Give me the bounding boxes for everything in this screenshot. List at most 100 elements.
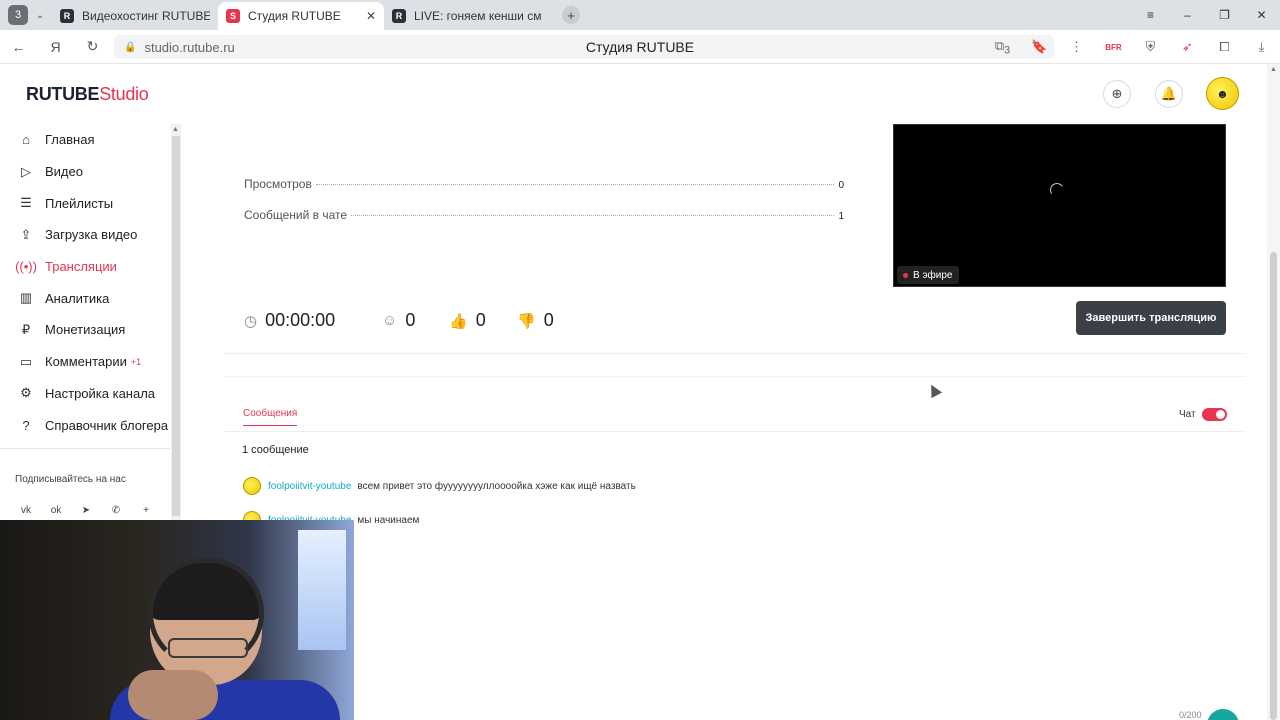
tab-messages[interactable]: Сообщения bbox=[243, 408, 298, 426]
sidebar-item-broadcasts[interactable]: ((•)) Трансляции bbox=[0, 251, 170, 283]
new-tab-plus-icon[interactable]: + bbox=[562, 6, 580, 24]
sidebar-item-label: Настройка канала bbox=[45, 385, 156, 401]
sidebar-item-video[interactable]: ▷ Видео bbox=[0, 156, 170, 188]
stat-label: Просмотров bbox=[244, 177, 312, 191]
window-controls: ≡ – ❐ ✕ bbox=[1132, 0, 1280, 30]
browser-tab-rutube[interactable]: R Видеохостинг RUTUBE. С bbox=[52, 2, 218, 30]
browser-tab-bar: 3 ⌄ R Видеохостинг RUTUBE. С S Студия RU… bbox=[0, 0, 1280, 30]
home-icon: ⌂ bbox=[22, 132, 30, 148]
dotted-leader bbox=[315, 184, 835, 185]
url-field[interactable]: 🔒 studio.rutube.ru bbox=[114, 35, 1054, 59]
scroll-up-icon[interactable]: ▲ bbox=[1270, 66, 1277, 73]
viber-icon[interactable]: ✆ bbox=[108, 502, 124, 518]
shield-icon[interactable]: ⛨ bbox=[1132, 39, 1169, 55]
broadcast-icon: ((•)) bbox=[15, 259, 37, 275]
loading-spinner-icon bbox=[1048, 181, 1066, 199]
avatar[interactable] bbox=[243, 477, 261, 495]
close-window-icon[interactable]: ✕ bbox=[1243, 0, 1280, 30]
viewers-icon: ☺ bbox=[382, 312, 398, 329]
live-dot-icon bbox=[903, 272, 908, 278]
toggle-knob bbox=[1216, 410, 1225, 419]
tab-title: LIVE: гоняем кенши смот bbox=[414, 9, 542, 23]
sidebar: ⌂ Главная ▷ Видео ☰ Плейлисты ⇪ Загрузка вид… bbox=[0, 124, 170, 520]
puzzle-extensions-icon[interactable]: ⧠ bbox=[1206, 39, 1243, 55]
sidebar-item-analytics[interactable]: ▥ Аналитика bbox=[0, 282, 170, 314]
chat-toggle[interactable] bbox=[1202, 408, 1227, 421]
browser-tab-live[interactable]: R LIVE: гоняем кенши смот bbox=[384, 2, 550, 30]
message-text: всем привет это фууууууууллоооойка хэже … bbox=[357, 480, 636, 492]
sidebar-item-label: Комментарии bbox=[45, 354, 127, 370]
bfr-extension-icon[interactable]: BFR bbox=[1095, 43, 1132, 52]
sidebar-item-playlists[interactable]: ☰ Плейлисты bbox=[0, 187, 170, 219]
scrollbar-thumb[interactable] bbox=[172, 136, 180, 516]
stream-stats-card: Просмотров 0 Сообщений в чате 1 ◷ 00:00:00 … bbox=[224, 124, 1246, 354]
subscribe-label: Подписывайтесь на нас bbox=[15, 474, 126, 485]
download-icon[interactable]: ⤓ bbox=[1243, 39, 1280, 55]
telegram-icon[interactable]: ➤ bbox=[78, 502, 94, 518]
yandex-icon[interactable]: Я bbox=[37, 39, 74, 55]
send-message-button[interactable] bbox=[1207, 709, 1239, 720]
live-badge: В эфире bbox=[897, 266, 959, 284]
rutube-studio-logo[interactable]: RUTUBEStudio bbox=[26, 84, 149, 105]
tab-title: Студия RUTUBE bbox=[248, 9, 341, 23]
thumbs-up-icon: 👍 bbox=[449, 312, 468, 330]
sidebar-scrollbar[interactable]: ▲ bbox=[171, 124, 181, 520]
url-text: studio.rutube.ru bbox=[144, 39, 235, 55]
notifications-bell-icon[interactable]: 🔔 bbox=[1155, 80, 1183, 108]
scrollbar-thumb[interactable] bbox=[1270, 252, 1277, 720]
reload-icon[interactable]: ↻ bbox=[74, 38, 111, 55]
analytics-icon: ▥ bbox=[19, 290, 33, 306]
bookmark-icon[interactable]: 🔖 bbox=[1021, 39, 1058, 55]
vk-icon[interactable]: vk bbox=[18, 502, 34, 518]
odnoklassniki-icon[interactable]: ok bbox=[48, 502, 64, 518]
live-badge-label: В эфире bbox=[913, 269, 953, 281]
logo-main-text: RUTUBE bbox=[26, 84, 100, 104]
webcam-overlay bbox=[0, 520, 354, 720]
minimize-icon[interactable]: – bbox=[1169, 0, 1206, 30]
sidebar-item-label: Монетизация bbox=[45, 322, 126, 338]
viewers-value: 0 bbox=[405, 310, 416, 330]
end-broadcast-button[interactable]: Завершить трансляцию bbox=[1076, 301, 1226, 335]
close-tab-icon[interactable]: ✕ bbox=[366, 9, 376, 23]
money-icon: ₽ bbox=[21, 321, 31, 337]
message-author[interactable]: foolpoiitvit-youtube bbox=[268, 481, 351, 492]
sidebar-item-comments[interactable]: ▭ Комментарии +1 bbox=[0, 346, 170, 378]
scroll-up-icon[interactable]: ▲ bbox=[172, 126, 179, 133]
add-content-icon[interactable]: ⊕ bbox=[1103, 80, 1131, 108]
sidebar-item-home[interactable]: ⌂ Главная bbox=[0, 124, 170, 156]
stream-preview-player[interactable]: В эфире bbox=[893, 124, 1226, 287]
sidebar-item-label: Аналитика bbox=[45, 290, 110, 306]
sidebar-item-label: Загрузка видео bbox=[45, 227, 138, 243]
sidebar-item-channel-settings[interactable]: ⚙ Настройка канала bbox=[0, 378, 170, 410]
sidebar-item-upload[interactable]: ⇪ Загрузка видео bbox=[0, 219, 170, 251]
chat-message: foolpoiitvit-youtube всем привет это фуу… bbox=[243, 477, 636, 495]
back-arrow-icon[interactable]: ← bbox=[0, 39, 37, 55]
webcam-person-hand bbox=[128, 670, 218, 720]
restore-icon[interactable]: ❐ bbox=[1206, 0, 1243, 30]
message-text: мы начинаем bbox=[357, 514, 420, 526]
stream-likes: 👍 0 bbox=[449, 310, 486, 331]
stat-value: 1 bbox=[838, 211, 844, 222]
more-options-icon[interactable]: ⋮ bbox=[1058, 39, 1095, 55]
extension-badge-icon[interactable]: ⧉3 bbox=[984, 38, 1021, 57]
avatar[interactable]: ☻ bbox=[1206, 77, 1239, 110]
stream-dislikes: 👎 0 bbox=[517, 310, 554, 331]
stat-label: Сообщений в чате bbox=[244, 208, 348, 222]
stat-value: 0 bbox=[838, 180, 844, 191]
lock-icon: 🔒 bbox=[124, 41, 137, 53]
rutube-favicon-icon: R bbox=[392, 9, 406, 23]
comments-icon: ▭ bbox=[19, 353, 33, 369]
browser-menu-icon[interactable]: ≡ bbox=[1132, 0, 1169, 30]
browser-tab-studio[interactable]: S Студия RUTUBE ✕ bbox=[218, 2, 384, 30]
chat-toggle-label: Чат bbox=[1179, 409, 1196, 420]
sidebar-item-label: Видео bbox=[45, 164, 83, 180]
thumbs-down-icon: 👎 bbox=[517, 312, 536, 330]
tab-counter-badge[interactable]: 3 bbox=[8, 5, 28, 25]
sidebar-item-monetization[interactable]: ₽ Монетизация bbox=[0, 314, 170, 346]
plus-icon[interactable]: + bbox=[138, 502, 154, 518]
page-scrollbar[interactable]: ▲ bbox=[1267, 64, 1280, 720]
sidebar-item-blogger-guide[interactable]: ? Справочник блогера bbox=[0, 409, 170, 441]
tab-list-chevron-icon[interactable]: ⌄ bbox=[28, 10, 52, 21]
sidebar-divider bbox=[0, 448, 170, 449]
rocket-extension-icon[interactable]: ➶ bbox=[1169, 39, 1206, 55]
